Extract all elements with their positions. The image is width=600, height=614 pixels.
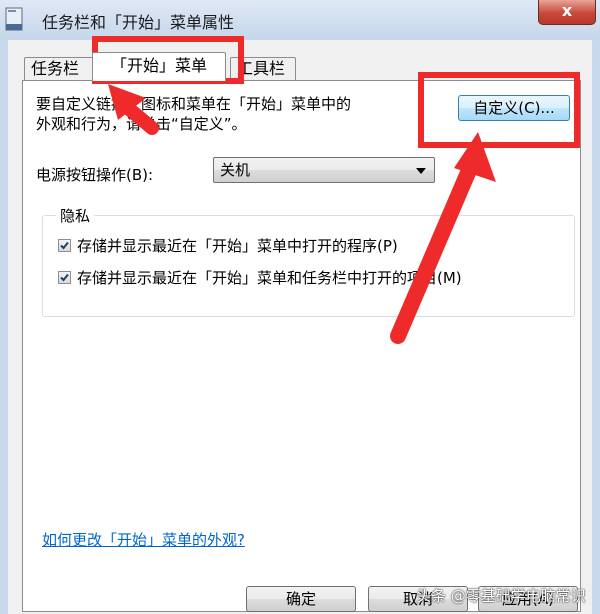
watermark: 头条 @零基础学电脑常识 [416, 587, 586, 605]
arrow-to-customize-button [390, 132, 496, 344]
tab-start-menu[interactable]: 「开始」菜单 [92, 52, 226, 81]
arrow-to-start-tab [108, 84, 159, 135]
annotation-arrows [108, 84, 496, 344]
